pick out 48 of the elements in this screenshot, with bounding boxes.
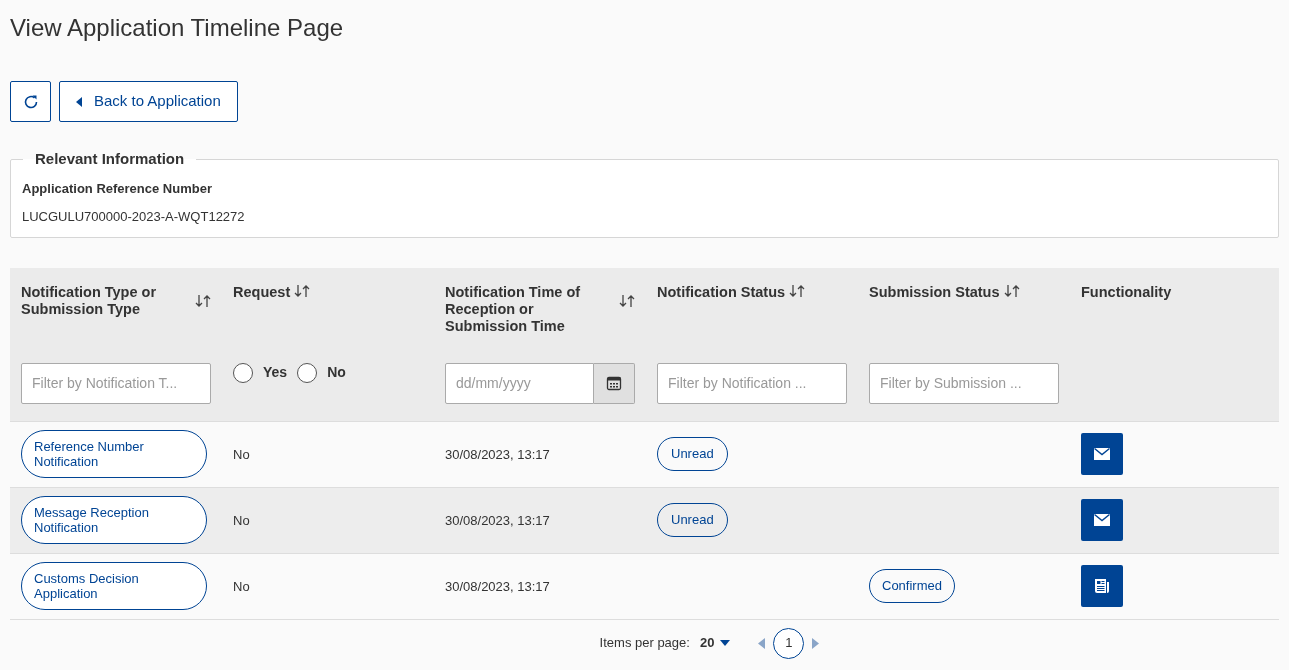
sort-icon[interactable] [619,293,635,308]
table-cell: No [233,447,250,462]
items-per-page-label: Items per page: [599,634,690,653]
caret-left-icon [76,96,82,107]
sort-icon[interactable] [1003,283,1020,298]
refresh-button[interactable] [10,81,51,122]
table-cell: No [233,579,250,594]
sortable-column-header[interactable]: Notification Time of Reception or Submission Time [445,283,635,335]
field-value: LUCGULU700000-2023-A-WQT12272 [22,208,246,226]
action-button[interactable] [1081,565,1123,607]
radio-label: Yes [263,363,288,382]
table-cell: 30/08/2023, 13:17 [445,447,550,462]
table-cell: No [233,513,250,528]
field-label: Application Reference Number [22,179,213,198]
action-button[interactable] [1081,499,1123,541]
calendar-button[interactable] [594,362,635,404]
envelope-icon [1094,448,1110,460]
type-link[interactable]: Message Reception Notification [21,496,207,544]
sortable-column-header[interactable]: Notification Type or Submission Type [21,283,211,318]
sortable-column-header[interactable]: Request [233,283,311,301]
filter-field[interactable]: Filter by Submission ... [869,362,1059,404]
type-link[interactable]: Reference Number Notification [21,430,207,478]
page-size-select[interactable]: 20 [699,633,731,653]
envelope-icon [1094,514,1110,526]
sort-icon[interactable] [294,283,311,298]
action-button[interactable] [1081,433,1123,475]
filter-field[interactable]: Filter by Notification T... [21,362,211,404]
sort-icon[interactable] [789,283,806,298]
sortable-column-header[interactable]: Notification Status [657,283,806,301]
calendar-icon [606,375,622,391]
back-button[interactable]: Back to Application [59,81,238,122]
table-cell: 30/08/2023, 13:17 [445,513,550,528]
radio-button[interactable] [233,362,253,383]
table-cell: 30/08/2023, 13:17 [445,579,550,594]
radio-label: No [327,363,346,382]
type-link[interactable]: Customs Decision Application [21,562,207,610]
refresh-icon [22,93,39,110]
page-button[interactable]: 1 [773,627,805,659]
column-header: Functionality [1081,283,1172,301]
date-field[interactable]: dd/mm/yyyy [445,362,594,404]
page-title: View Application Timeline Page [10,13,345,42]
sortable-column-header[interactable]: Submission Status [869,283,1020,301]
panel-legend: Relevant Information [23,148,197,171]
radio-button[interactable] [297,362,318,383]
caret-down-icon [720,640,731,646]
filter-field[interactable]: Filter by Notification ... [657,362,847,404]
sort-icon[interactable] [195,293,211,308]
newspaper-icon [1094,578,1110,594]
